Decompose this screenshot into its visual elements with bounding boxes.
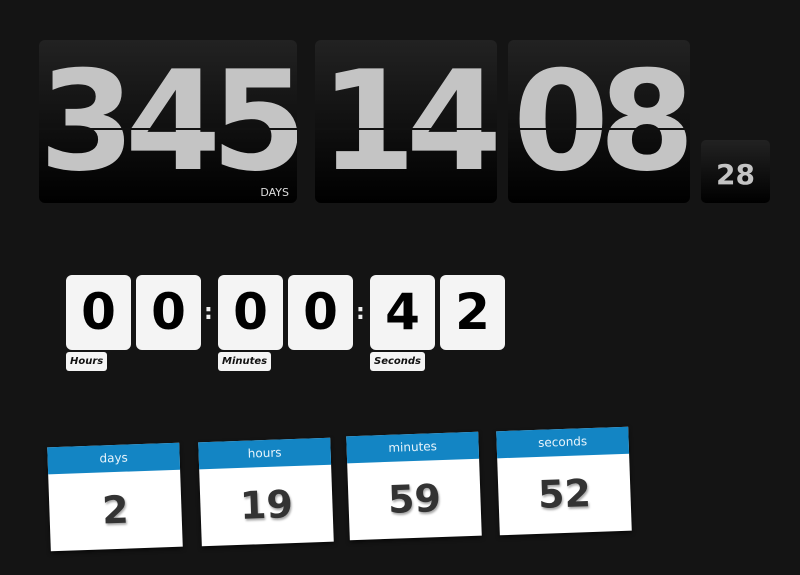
minutes-label: Minutes <box>218 352 272 371</box>
flip-minutes-panel: 08 <box>508 40 690 203</box>
hours-digit-tile: 0 <box>66 275 131 350</box>
flip-days-label: DAYS <box>260 186 289 199</box>
flip-seam <box>315 128 497 130</box>
minutes-digit-tile: 0 <box>288 275 353 350</box>
card-value: 2 <box>101 487 130 533</box>
hours-card: hours 19 <box>198 437 334 547</box>
flip-minutes-value: 08 <box>512 41 690 202</box>
flip-hours-panel: 14 <box>315 40 497 203</box>
minutes-card: minutes 59 <box>346 431 482 541</box>
colon-separator: : <box>356 300 365 325</box>
hours-digit-tile: 0 <box>136 275 201 350</box>
seconds-digit-tile: 4 <box>370 275 435 350</box>
hours-label: Hours <box>66 352 108 371</box>
seconds-card: seconds 52 <box>496 426 632 536</box>
colon-separator: : <box>204 300 213 325</box>
card-value: 52 <box>537 471 592 517</box>
card-value: 19 <box>239 482 294 528</box>
days-card: days 2 <box>47 442 183 552</box>
flip-days-value: 345 <box>39 41 297 202</box>
minutes-digit-tile: 0 <box>218 275 283 350</box>
flip-seam <box>39 128 297 130</box>
flip-hours-value: 14 <box>319 41 497 202</box>
card-value: 59 <box>387 476 442 522</box>
flip-seconds-value: 28 <box>716 158 755 191</box>
seconds-digit-tile: 2 <box>440 275 505 350</box>
flip-seconds-panel: 28 <box>701 140 770 203</box>
seconds-label: Seconds <box>370 352 426 371</box>
flip-days-panel: 345 DAYS <box>39 40 297 203</box>
flip-seam <box>508 128 690 130</box>
